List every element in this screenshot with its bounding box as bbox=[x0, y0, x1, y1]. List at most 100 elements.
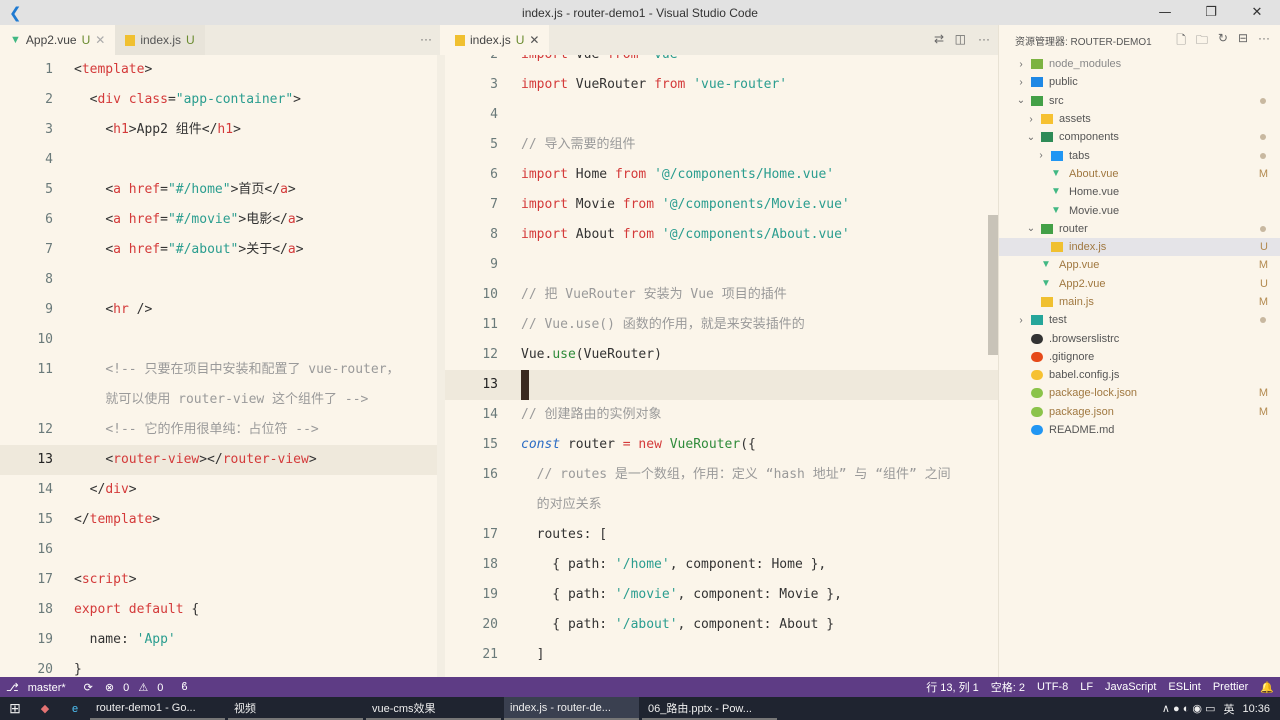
code-line[interactable]: 4 bbox=[445, 100, 998, 130]
code-line[interactable]: 16 bbox=[0, 535, 437, 565]
code-line[interactable]: 7 import Movie from '@/components/Movie.v… bbox=[445, 190, 998, 220]
prettier-status[interactable]: Prettier bbox=[1213, 681, 1248, 693]
tree-item[interactable]: .browserslistrc bbox=[999, 329, 1280, 347]
eol[interactable]: LF bbox=[1080, 681, 1093, 693]
code-line[interactable]: 6 <a href="#/movie">电影</a> bbox=[0, 205, 437, 235]
tree-item[interactable]: package.json M bbox=[999, 403, 1280, 421]
split-editor-icon[interactable]: ◫ bbox=[955, 32, 966, 46]
taskbar-item[interactable]: 06_路由.pptx - Pow... bbox=[642, 697, 777, 720]
code-line[interactable]: 17 <script> bbox=[0, 565, 437, 595]
code-line[interactable]: 11 // Vue.use() 函数的作用，就是来安装插件的 bbox=[445, 310, 998, 340]
encoding[interactable]: UTF-8 bbox=[1037, 681, 1068, 693]
chevron-right-icon[interactable]: › bbox=[1015, 59, 1027, 70]
code-line[interactable]: 8 bbox=[0, 265, 437, 295]
editor-divider[interactable] bbox=[437, 55, 445, 677]
chevron-right-icon[interactable]: › bbox=[1015, 315, 1027, 326]
code-line[interactable]: 9 bbox=[445, 250, 998, 280]
code-line[interactable]: 19 name: 'App' bbox=[0, 625, 437, 655]
more-actions-icon[interactable]: ··· bbox=[420, 32, 432, 46]
tree-item[interactable]: › test bbox=[999, 311, 1280, 329]
tree-item[interactable]: index.js U bbox=[999, 237, 1280, 257]
code-line[interactable]: 12 <!-- 它的作用很单纯：占位符 --> bbox=[0, 415, 437, 445]
live-share-icon[interactable]: ϐ bbox=[181, 681, 187, 693]
notification-icon[interactable]: 🔔 bbox=[1260, 681, 1274, 694]
language-mode[interactable]: JavaScript bbox=[1105, 681, 1156, 693]
branch-indicator[interactable]: ⎇ master* bbox=[6, 681, 72, 694]
more-actions-icon[interactable]: ··· bbox=[978, 32, 990, 46]
code-line[interactable]: 12 Vue.use(VueRouter) bbox=[445, 340, 998, 370]
new-file-icon[interactable]: 🗋 bbox=[1176, 31, 1186, 52]
tab-index-js-right[interactable]: index.js U ✕ bbox=[445, 25, 550, 55]
code-line[interactable]: 14 </div> bbox=[0, 475, 437, 505]
tree-item[interactable]: ▼ App.vue M bbox=[999, 256, 1280, 274]
tree-item[interactable]: › node_modules bbox=[999, 55, 1280, 73]
tree-item[interactable]: › tabs bbox=[999, 146, 1280, 164]
clock[interactable]: 10:36 bbox=[1242, 703, 1270, 715]
code-line[interactable]: 21 ] bbox=[445, 640, 998, 670]
code-line[interactable]: 8 import About from '@/components/About.v… bbox=[445, 220, 998, 250]
sync-icon[interactable]: ⟳ bbox=[84, 681, 93, 694]
code-line[interactable]: 6 import Home from '@/components/Home.vue… bbox=[445, 160, 998, 190]
tab-index-js[interactable]: index.js U bbox=[115, 25, 205, 55]
code-line[interactable]: 10 // 把 VueRouter 安装为 Vue 项目的插件 bbox=[445, 280, 998, 310]
refresh-icon[interactable]: ↻ bbox=[1218, 31, 1228, 52]
tree-item[interactable]: README.md bbox=[999, 421, 1280, 439]
chevron-down-icon[interactable]: ⌄ bbox=[1025, 132, 1037, 143]
code-line[interactable]: 1 <template> bbox=[0, 55, 437, 85]
taskbar-item[interactable]: 视频 bbox=[228, 697, 363, 720]
code-line[interactable]: 的对应关系 bbox=[445, 490, 998, 520]
close-icon[interactable]: ✕ bbox=[529, 33, 539, 47]
chevron-right-icon[interactable]: › bbox=[1035, 150, 1047, 161]
code-line[interactable]: 19 { path: '/movie', component: Movie }, bbox=[445, 580, 998, 610]
tray-icons[interactable]: ∧ ● ◐ ◉ ▭ bbox=[1162, 702, 1216, 715]
code-line[interactable]: 18 { path: '/home', component: Home }, bbox=[445, 550, 998, 580]
taskbar-item[interactable]: vue-cms效果 bbox=[366, 697, 501, 720]
tree-item[interactable]: ▼ Movie.vue bbox=[999, 201, 1280, 219]
code-line[interactable]: 18 export default { bbox=[0, 595, 437, 625]
tree-item[interactable]: ▼ About.vue M bbox=[999, 165, 1280, 183]
more-icon[interactable]: ··· bbox=[1258, 31, 1270, 52]
tree-item[interactable]: › assets bbox=[999, 110, 1280, 128]
tree-item[interactable]: ▼ App2.vue U bbox=[999, 275, 1280, 293]
compare-icon[interactable]: ⇄ bbox=[934, 32, 944, 46]
code-line[interactable]: 2 <div class="app-container"> bbox=[0, 85, 437, 115]
windows-start-icon[interactable]: ⊞ bbox=[0, 700, 30, 717]
code-line[interactable]: 9 <hr /> bbox=[0, 295, 437, 325]
code-line[interactable]: 11 <!-- 只要在项目中安装和配置了 vue-router， bbox=[0, 355, 437, 385]
tree-item[interactable]: ▼ Home.vue bbox=[999, 183, 1280, 201]
eslint-status[interactable]: ESLint bbox=[1168, 681, 1200, 693]
chevron-right-icon[interactable]: › bbox=[1025, 114, 1037, 125]
code-line[interactable]: 5 // 导入需要的组件 bbox=[445, 130, 998, 160]
code-line[interactable]: 15 const router = new VueRouter({ bbox=[445, 430, 998, 460]
tree-item[interactable]: .gitignore bbox=[999, 348, 1280, 366]
close-icon[interactable]: ✕ bbox=[95, 33, 105, 47]
indentation[interactable]: 空格: 2 bbox=[991, 679, 1025, 695]
tree-item[interactable]: main.js M bbox=[999, 293, 1280, 311]
code-line[interactable]: 13 <router-view></router-view> bbox=[0, 445, 437, 475]
app-icon[interactable]: ◆ bbox=[30, 702, 60, 715]
problems-indicator[interactable]: ⊗ 0 ⚠ 0 bbox=[105, 681, 170, 694]
right-editor[interactable]: 2 import Vue from 'vue' 3 import VueRouter … bbox=[445, 55, 998, 677]
tree-item[interactable]: ⌄ components bbox=[999, 128, 1280, 146]
code-line[interactable]: 7 <a href="#/about">关于</a> bbox=[0, 235, 437, 265]
code-line[interactable]: 15 </template> bbox=[0, 505, 437, 535]
tab-app2-vue[interactable]: ▼ App2.vue U ✕ bbox=[0, 25, 116, 55]
collapse-icon[interactable]: ⊟ bbox=[1238, 31, 1248, 52]
code-line[interactable]: 16 // routes 是一个数组，作用：定义 “hash 地址” 与 “组件… bbox=[445, 460, 998, 490]
maximize-button[interactable]: ❐ bbox=[1188, 0, 1234, 25]
tree-item[interactable]: ⌄ src bbox=[999, 92, 1280, 110]
code-line[interactable]: 5 <a href="#/home">首页</a> bbox=[0, 175, 437, 205]
code-line[interactable]: 13 bbox=[445, 370, 998, 400]
left-editor[interactable]: 1 <template> 2 <div class="app-container">… bbox=[0, 55, 437, 677]
code-line[interactable]: 14 // 创建路由的实例对象 bbox=[445, 400, 998, 430]
taskbar-item[interactable]: index.js - router-de... bbox=[504, 697, 639, 720]
new-folder-icon[interactable]: 🗀 bbox=[1196, 31, 1208, 52]
code-line[interactable]: 20} bbox=[0, 655, 437, 677]
taskbar-item[interactable]: router-demo1 - Go... bbox=[90, 697, 225, 720]
cursor-position[interactable]: 行 13, 列 1 bbox=[926, 679, 979, 695]
code-line[interactable]: 4 bbox=[0, 145, 437, 175]
tree-item[interactable]: › public bbox=[999, 73, 1280, 91]
ime-indicator[interactable]: 英 bbox=[1223, 701, 1234, 717]
code-line[interactable]: 17 routes: [ bbox=[445, 520, 998, 550]
chevron-down-icon[interactable]: ⌄ bbox=[1015, 95, 1027, 106]
